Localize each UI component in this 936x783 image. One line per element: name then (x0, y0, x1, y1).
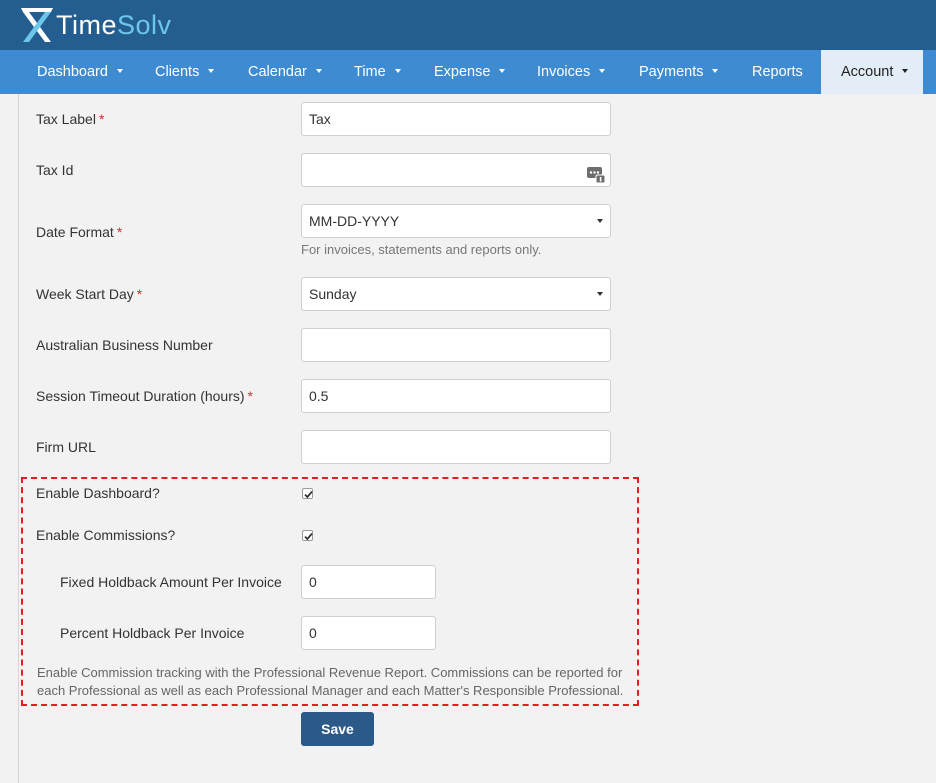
firm-url-text: Firm URL (36, 439, 96, 455)
tax-label-label: Tax Label * (36, 111, 104, 127)
enable-dashboard-label: Enable Dashboard? (36, 485, 160, 501)
date-format-value: MM-DD-YYYY (309, 213, 400, 229)
nav-calendar-label: Calendar (248, 64, 307, 80)
firm-url-label: Firm URL (36, 439, 96, 455)
enable-dashboard-text: Enable Dashboard? (36, 485, 160, 501)
logo-text-solv: Solv (117, 9, 172, 40)
chevron-down-icon (394, 69, 401, 74)
nav-clients[interactable]: Clients (155, 50, 215, 94)
required-marker: * (136, 286, 143, 302)
chevron-down-icon (315, 69, 322, 74)
chevron-down-icon (902, 69, 909, 74)
week-start-day-text: Week Start Day (36, 286, 134, 302)
date-format-label: Date Format * (36, 224, 122, 240)
fixed-holdback-input[interactable]: 0 (301, 565, 436, 599)
main-nav: Dashboard Clients Calendar Time Expense … (0, 50, 936, 94)
checkmark-icon (304, 491, 313, 499)
enable-commissions-checkbox[interactable] (302, 530, 313, 541)
week-start-day-value: Sunday (309, 286, 357, 302)
chevron-down-icon (116, 69, 123, 74)
nav-account-label: Account (841, 64, 894, 80)
percent-holdback-text: Percent Holdback Per Invoice (60, 625, 245, 641)
nav-reports[interactable]: Reports (752, 50, 803, 94)
chevron-down-icon (597, 219, 603, 223)
tax-id-input[interactable] (301, 153, 611, 187)
chevron-down-icon (499, 69, 506, 74)
enable-commissions-label: Enable Commissions? (36, 527, 175, 543)
required-marker: * (116, 224, 123, 240)
nav-dashboard[interactable]: Dashboard (37, 50, 123, 94)
logo-text-time: Time (56, 9, 117, 40)
enable-dashboard-checkbox[interactable] (302, 488, 313, 499)
commission-help-text: Enable Commission tracking with the Prof… (37, 665, 624, 698)
tax-id-text: Tax Id (36, 162, 74, 178)
session-timeout-input[interactable]: 0.5 (301, 379, 611, 413)
session-timeout-label: Session Timeout Duration (hours) * (36, 388, 253, 404)
nav-payments[interactable]: Payments (639, 50, 719, 94)
week-start-day-label: Week Start Day * (36, 286, 142, 302)
chevron-down-icon (208, 69, 215, 74)
chevron-down-icon (599, 69, 606, 74)
percent-holdback-input[interactable]: 0 (301, 616, 436, 650)
nav-reports-label: Reports (752, 64, 803, 80)
firm-url-input[interactable] (301, 430, 611, 464)
top-header: TimeSolv (0, 0, 936, 50)
tax-label-input[interactable]: Tax (301, 102, 611, 136)
keyboard-dots-icon[interactable] (587, 162, 606, 194)
fixed-holdback-label: Fixed Holdback Amount Per Invoice (60, 574, 282, 590)
nav-account[interactable]: Account (821, 50, 923, 94)
tax-label-text: Tax Label (36, 111, 96, 127)
chevron-down-icon (712, 69, 719, 74)
date-format-text: Date Format (36, 224, 114, 240)
timesolv-x-logo-icon (20, 7, 54, 43)
nav-clients-label: Clients (155, 64, 200, 80)
nav-invoices[interactable]: Invoices (537, 50, 606, 94)
nav-calendar[interactable]: Calendar (248, 50, 322, 94)
nav-dashboard-label: Dashboard (37, 64, 108, 80)
required-marker: * (98, 111, 105, 127)
nav-time[interactable]: Time (354, 50, 401, 94)
tax-id-label: Tax Id (36, 162, 73, 178)
fixed-holdback-text: Fixed Holdback Amount Per Invoice (60, 574, 282, 590)
week-start-day-select[interactable]: Sunday (301, 277, 611, 311)
percent-holdback-label: Percent Holdback Per Invoice (60, 625, 244, 641)
nav-expense[interactable]: Expense (434, 50, 506, 94)
save-button[interactable]: Save (301, 712, 374, 746)
chevron-down-icon (597, 292, 603, 296)
enable-commissions-text: Enable Commissions? (36, 527, 176, 543)
abn-label: Australian Business Number (36, 337, 213, 353)
nav-payments-label: Payments (639, 64, 704, 80)
abn-input[interactable] (301, 328, 611, 362)
checkmark-icon (304, 533, 313, 541)
logo-wordmark: TimeSolv (56, 9, 172, 40)
timesolv-logo[interactable]: TimeSolv (20, 6, 172, 44)
date-format-select[interactable]: MM-DD-YYYY (301, 204, 611, 238)
required-marker: * (247, 388, 253, 404)
nav-time-label: Time (354, 64, 386, 80)
nav-invoices-label: Invoices (537, 64, 591, 80)
date-format-help: For invoices, statements and reports onl… (301, 242, 542, 257)
nav-expense-label: Expense (434, 64, 491, 80)
abn-text: Australian Business Number (36, 337, 213, 353)
session-timeout-text: Session Timeout Duration (hours) (36, 388, 245, 404)
